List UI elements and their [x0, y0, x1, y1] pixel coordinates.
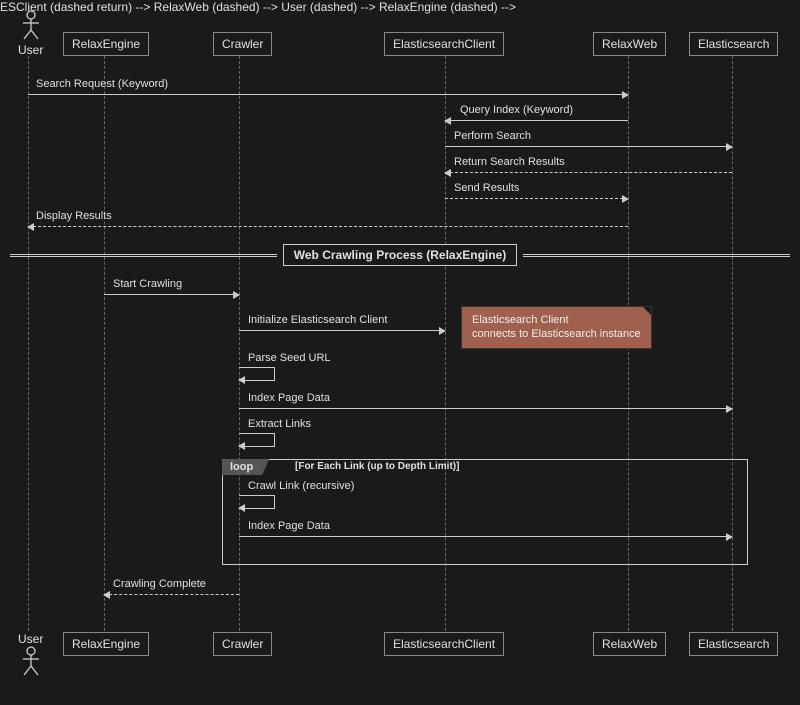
arrow-m10	[239, 408, 732, 409]
msg-index-page-1: Index Page Data	[248, 392, 330, 404]
msg-extract-links: Extract Links	[248, 418, 311, 430]
participant-crawler-top: Crawler	[213, 32, 272, 56]
note-esclient: Elasticsearch Client connects to Elastic…	[461, 306, 652, 349]
msg-search-request: Search Request (Keyword)	[36, 78, 168, 90]
participant-esclient-bottom: ElasticsearchClient	[384, 632, 504, 656]
msg-query-index: Query Index (Keyword)	[460, 104, 573, 116]
person-icon	[21, 10, 41, 40]
actor-user-label-bottom: User	[18, 632, 43, 646]
arrow-m14	[104, 594, 239, 595]
arrow-m7	[104, 294, 239, 295]
lifeline-relaxengine	[104, 56, 105, 631]
arrow-m12	[239, 495, 275, 509]
arrow-m1	[28, 94, 628, 95]
actor-user-top: User	[18, 10, 43, 57]
arrow-m9	[239, 367, 275, 381]
msg-crawling-complete: Crawling Complete	[113, 578, 206, 590]
divider-label: Web Crawling Process (RelaxEngine)	[283, 244, 518, 266]
lifeline-user	[28, 56, 29, 631]
loop-tab: loop	[222, 459, 269, 475]
participant-relaxengine-top: RelaxEngine	[63, 32, 149, 56]
actor-user-label-top: User	[18, 43, 43, 57]
msg-perform-search: Perform Search	[454, 130, 531, 142]
section-divider: Web Crawling Process (RelaxEngine)	[10, 244, 790, 266]
participant-elasticsearch-bottom: Elasticsearch	[689, 632, 778, 656]
msg-init-esclient: Initialize Elasticsearch Client	[248, 314, 387, 326]
arrow-m13	[239, 536, 732, 537]
participant-crawler-bottom: Crawler	[213, 632, 272, 656]
arrow-m3	[445, 146, 732, 147]
loop-frame: loop [For Each Link (up to Depth Limit)]	[222, 459, 748, 565]
participant-relaxweb-top: RelaxWeb	[593, 32, 666, 56]
participant-relaxengine-bottom: RelaxEngine	[63, 632, 149, 656]
participant-relaxweb-bottom: RelaxWeb	[593, 632, 666, 656]
arrow-m5	[445, 198, 628, 199]
arrow-m2	[445, 120, 628, 121]
actor-user-bottom: User	[18, 632, 43, 679]
msg-crawl-link: Crawl Link (recursive)	[248, 480, 354, 492]
note-line1: Elasticsearch Client	[472, 313, 641, 327]
msg-send-results: Send Results	[454, 182, 519, 194]
arrow-m8	[239, 330, 445, 331]
msg-return-results: Return Search Results	[454, 156, 565, 168]
note-line2: connects to Elasticsearch instance	[472, 327, 641, 341]
participant-esclient-top: ElasticsearchClient	[384, 32, 504, 56]
msg-display-results: Display Results	[36, 210, 112, 222]
participant-elasticsearch-top: Elasticsearch	[689, 32, 778, 56]
arrow-m4	[445, 172, 732, 173]
arrow-m6	[28, 226, 628, 227]
person-icon	[21, 646, 41, 676]
msg-start-crawling: Start Crawling	[113, 278, 182, 290]
msg-index-page-2: Index Page Data	[248, 520, 330, 532]
loop-condition: [For Each Link (up to Depth Limit)]	[295, 461, 459, 472]
arrow-m11	[239, 433, 275, 447]
msg-parse-seed: Parse Seed URL	[248, 352, 331, 364]
